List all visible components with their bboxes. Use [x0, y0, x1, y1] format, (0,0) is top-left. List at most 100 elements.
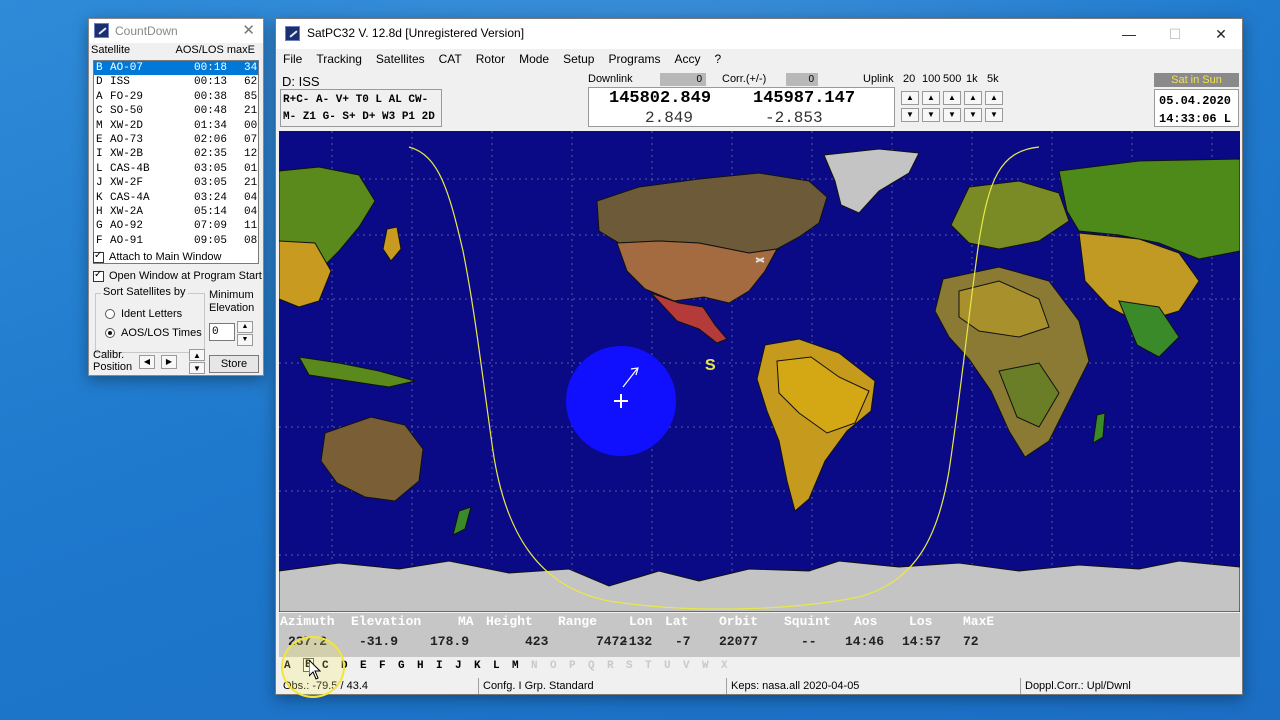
countdown-row[interactable]: K CAS-4A 03:24 04 [94, 191, 258, 205]
open-at-start-checkbox[interactable]: Open Window at Program Start [93, 269, 262, 282]
satellite-letter-o[interactable]: O [550, 660, 557, 672]
header-azimuth: Azimuth [280, 614, 335, 629]
satellite-letter-t[interactable]: T [645, 660, 652, 672]
calib-down-button[interactable]: ▼ [189, 362, 205, 374]
satellite-letter-bar: ABCDEFGHIJKLMNOPQRSTUVWX [279, 657, 1240, 677]
satellite-letter-a[interactable]: A [284, 660, 291, 672]
satellite-letter-x[interactable]: X [721, 660, 728, 672]
store-button[interactable]: Store [209, 355, 259, 373]
sort-aos-radio[interactable]: AOS/LOS Times [105, 327, 202, 339]
menu-mode[interactable]: Mode [512, 49, 556, 69]
row-time: 03:05 [194, 177, 228, 190]
satellite-letter-m[interactable]: M [512, 660, 519, 672]
satellite-letter-p[interactable]: P [569, 660, 576, 672]
step-5k-down-button[interactable]: ▼ [985, 108, 1003, 122]
step-500-down-button[interactable]: ▼ [943, 108, 961, 122]
countdown-row[interactable]: E AO-73 02:06 07 [94, 133, 258, 147]
step-500[interactable]: 500 [943, 73, 961, 85]
main-window-title: SatPC32 V. 12.8d [Unregistered Version] [307, 26, 525, 40]
countdown-row[interactable]: M XW-2D 01:34 00 [94, 119, 258, 133]
corr-value[interactable]: 0 [786, 73, 818, 86]
step-100-up-button[interactable]: ▲ [922, 91, 940, 105]
sort-ident-radio[interactable]: Ident Letters [105, 308, 182, 320]
menu-accy[interactable]: Accy [667, 49, 707, 69]
satellite-letter-h[interactable]: H [417, 660, 424, 672]
calib-left-button[interactable]: ◀ [139, 355, 155, 369]
satellite-letter-e[interactable]: E [360, 660, 367, 672]
step-20-down-button[interactable]: ▼ [901, 108, 919, 122]
mode-display[interactable]: R+C- A- V+ T0 L AL CW- M- Z1 G- S+ D+ W3 … [280, 89, 442, 127]
satellite-letter-b[interactable]: B [303, 658, 314, 672]
countdown-row[interactable]: I XW-2B 02:35 12 [94, 147, 258, 161]
satellite-letter-w[interactable]: W [702, 660, 709, 672]
calib-up-button[interactable]: ▲ [189, 349, 205, 361]
satellite-letter-v[interactable]: V [683, 660, 690, 672]
calib-right-button[interactable]: ▶ [161, 355, 177, 369]
min-elevation-input[interactable]: 0 [209, 323, 235, 341]
row-id: M [96, 119, 103, 132]
satellite-letter-l[interactable]: L [493, 660, 500, 672]
menu-satellites[interactable]: Satellites [369, 49, 432, 69]
countdown-row[interactable]: G AO-92 07:09 11 [94, 219, 258, 233]
step-1k-down-button[interactable]: ▼ [964, 108, 982, 122]
sort-groupbox: Sort Satellites by Ident Letters AOS/LOS… [95, 286, 205, 353]
satellite-letter-q[interactable]: Q [588, 660, 595, 672]
menu-programs[interactable]: Programs [601, 49, 667, 69]
countdown-row[interactable]: H XW-2A 05:14 04 [94, 205, 258, 219]
step-100-down-button[interactable]: ▼ [922, 108, 940, 122]
checkbox-icon[interactable] [93, 269, 104, 282]
world-map[interactable]: S [279, 131, 1240, 612]
main-titlebar[interactable]: SatPC32 V. 12.8d [Unregistered Version] … [276, 19, 1242, 49]
header-ma: MA [458, 614, 474, 629]
sort-aos-label: AOS/LOS Times [121, 327, 202, 339]
satellite-letter-c[interactable]: C [322, 660, 329, 672]
step-1k-up-button[interactable]: ▲ [964, 91, 982, 105]
step-5k[interactable]: 5k [987, 73, 999, 85]
close-icon[interactable]: ✕ [1198, 23, 1244, 45]
menu-setup[interactable]: Setup [556, 49, 601, 69]
menu-tracking[interactable]: Tracking [309, 49, 369, 69]
step-1k[interactable]: 1k [966, 73, 978, 85]
satellite-letter-f[interactable]: F [379, 660, 386, 672]
menu-help[interactable]: ? [708, 49, 729, 69]
step-500-up-button[interactable]: ▲ [943, 91, 961, 105]
row-time: 00:48 [194, 105, 228, 118]
satellite-letter-s[interactable]: S [626, 660, 633, 672]
radio-icon[interactable] [105, 309, 115, 319]
row-time: 09:05 [194, 234, 228, 247]
step-20[interactable]: 20 [903, 73, 915, 85]
spin-up-button[interactable]: ▲ [237, 321, 253, 333]
satellite-letter-u[interactable]: U [664, 660, 671, 672]
countdown-row[interactable]: A FO-29 00:38 85 [94, 90, 258, 104]
close-icon[interactable]: ✕ [242, 21, 255, 39]
menu-cat[interactable]: CAT [432, 49, 469, 69]
step-5k-up-button[interactable]: ▲ [985, 91, 1003, 105]
countdown-row[interactable]: L CAS-4B 03:05 01 [94, 162, 258, 176]
step-20-up-button[interactable]: ▲ [901, 91, 919, 105]
menu-rotor[interactable]: Rotor [469, 49, 512, 69]
step-100[interactable]: 100 [922, 73, 940, 85]
menu-file[interactable]: File [276, 49, 309, 69]
row-name: ISS [110, 76, 130, 89]
satellite-letter-r[interactable]: R [607, 660, 614, 672]
satellite-letter-k[interactable]: K [474, 660, 481, 672]
satellite-letter-i[interactable]: I [436, 660, 443, 672]
radio-icon[interactable] [105, 328, 115, 338]
downlink-offset[interactable]: 0 [660, 73, 706, 86]
checkbox-icon[interactable] [93, 250, 104, 263]
countdown-row[interactable]: B AO-07 00:18 34 [94, 61, 258, 76]
attach-to-main-checkbox[interactable]: Attach to Main Window [93, 250, 222, 263]
minimize-icon[interactable]: ― [1106, 23, 1152, 45]
spin-down-button[interactable]: ▼ [237, 334, 253, 346]
countdown-row[interactable]: C SO-50 00:48 21 [94, 104, 258, 118]
satellite-letter-d[interactable]: D [341, 660, 348, 672]
countdown-row[interactable]: J XW-2F 03:05 21 [94, 176, 258, 190]
countdown-row[interactable]: D ISS 00:13 62 [94, 75, 258, 89]
satellite-letter-g[interactable]: G [398, 660, 405, 672]
satellite-letter-j[interactable]: J [455, 660, 462, 672]
countdown-titlebar[interactable]: CountDown ✕ [89, 19, 263, 43]
maximize-icon[interactable]: ☐ [1152, 23, 1198, 45]
satellite-letter-n[interactable]: N [531, 660, 538, 672]
countdown-row[interactable]: F AO-91 09:05 08 [94, 234, 258, 248]
countdown-list[interactable]: B AO-07 00:18 34 D ISS 00:13 62 A FO-29 00:38 85 C SO… [93, 60, 259, 264]
